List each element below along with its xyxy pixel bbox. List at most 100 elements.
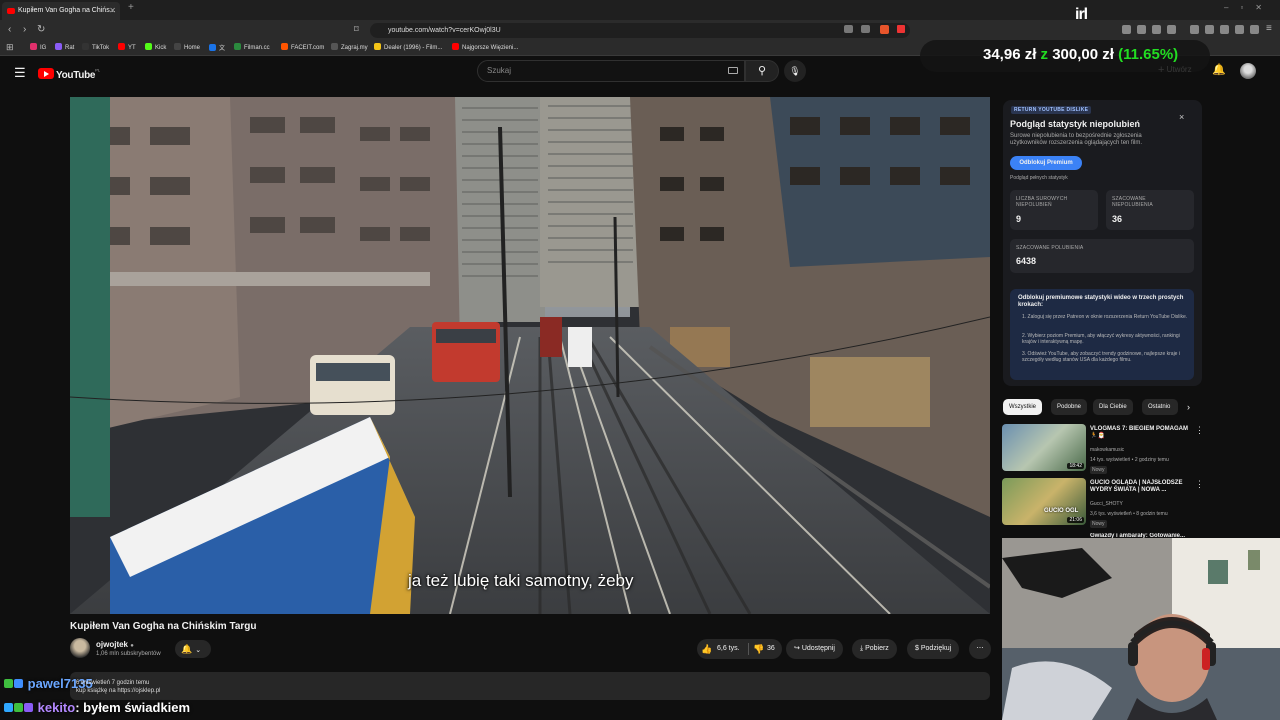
bookmark-item[interactable]: Home bbox=[174, 43, 200, 51]
search-input[interactable]: Szukaj bbox=[477, 60, 745, 82]
bookmark-item[interactable]: 文 bbox=[209, 43, 225, 52]
reload-icon[interactable]: ↻ bbox=[37, 24, 45, 35]
bookmark-item[interactable]: YT bbox=[118, 43, 136, 51]
brave-shield-icon[interactable] bbox=[880, 25, 889, 34]
download-button[interactable]: ⤓ Pobierz bbox=[852, 639, 897, 659]
hamburger-menu-icon[interactable]: ☰ bbox=[14, 65, 26, 81]
premium-step: 3. Odśwież YouTube, aby zobaczyć trendy … bbox=[1022, 351, 1180, 363]
channel-avatar[interactable] bbox=[70, 638, 90, 658]
rec-duration: 18:42 bbox=[1067, 463, 1084, 469]
goal-separator: z bbox=[1040, 46, 1049, 63]
forward-icon[interactable]: › bbox=[23, 24, 26, 35]
extension-icon[interactable] bbox=[1152, 25, 1161, 34]
youtube-logo[interactable]: YouTubePL bbox=[38, 65, 100, 81]
new-tab-button[interactable]: + bbox=[128, 2, 134, 13]
bookmark-item[interactable]: TikTok bbox=[82, 43, 109, 51]
microphone-icon: 🎙 bbox=[789, 66, 801, 76]
extension-icon[interactable] bbox=[1167, 25, 1176, 34]
subscription-bell-button[interactable]: 🔔 ⌄ bbox=[175, 640, 211, 658]
chevron-right-icon[interactable]: › bbox=[1187, 402, 1190, 412]
like-icon[interactable]: 👍 bbox=[701, 644, 712, 655]
chip-recent[interactable]: Ostatnio bbox=[1142, 399, 1178, 415]
more-vert-icon[interactable]: ⋮ bbox=[1195, 425, 1204, 436]
chat-description-fragment: 6 wyświetleń 7 godzin temu kup książkę n… bbox=[76, 679, 160, 695]
chip-for-you[interactable]: Dla Ciebie bbox=[1093, 399, 1133, 415]
like-count[interactable]: 6,6 tys. bbox=[717, 645, 740, 652]
bookmark-favicon-icon bbox=[281, 43, 288, 50]
voice-search-button[interactable]: 🎙 bbox=[784, 60, 806, 82]
rec-title[interactable]: VLOGMAS 7: BIEGIEM POMAGAM 🏃🎅 bbox=[1090, 426, 1190, 440]
pip-icon[interactable] bbox=[844, 25, 853, 33]
bookmark-item[interactable]: Dealer (1996) - Film... bbox=[374, 43, 442, 51]
channel-name[interactable]: ojwojtek ● bbox=[96, 640, 134, 649]
bookmark-favicon-icon bbox=[452, 43, 459, 50]
bookmark-item[interactable]: Kick bbox=[145, 43, 166, 51]
rec-meta: 3,6 tys. wyświetleń • 8 godzin temu bbox=[1090, 511, 1168, 517]
close-tab-icon[interactable]: ✕ bbox=[109, 2, 116, 20]
dislike-count[interactable]: 36 bbox=[767, 645, 775, 652]
search-button[interactable]: ⚲ bbox=[745, 60, 779, 82]
share-button[interactable]: ↪ Udostępnij bbox=[786, 639, 843, 659]
divider bbox=[748, 643, 749, 655]
bookmark-icon[interactable]: ⌑ bbox=[354, 24, 359, 35]
apps-grid-icon[interactable]: ⊞ bbox=[6, 42, 14, 53]
bookmark-favicon-icon bbox=[374, 43, 381, 50]
share-icon: ↪ bbox=[794, 645, 800, 652]
shield-badge-icon bbox=[4, 703, 13, 712]
rec-thumbnail[interactable]: GUCIO OGL 21:06 bbox=[1002, 478, 1086, 525]
extension-icon[interactable] bbox=[1137, 25, 1146, 34]
description-box[interactable] bbox=[70, 672, 990, 700]
rec-channel[interactable]: Gucci_SHOTY bbox=[1090, 501, 1123, 507]
video-subtitle: ja też lubię taki samotny, żeby bbox=[408, 571, 634, 590]
bookmark-item[interactable]: Najgorsze Więzieni... bbox=[452, 43, 518, 51]
account-avatar[interactable] bbox=[1240, 63, 1256, 79]
rec-duration: 21:06 bbox=[1067, 517, 1084, 523]
keyboard-icon[interactable] bbox=[728, 67, 738, 74]
full-stats-link[interactable]: Podgląd pełnych statystyk bbox=[1010, 175, 1068, 181]
browser-tab[interactable]: Kupiłem Van Gogha na Chińs... ✕ bbox=[2, 2, 120, 20]
rec-channel[interactable]: makowkamusic bbox=[1090, 447, 1124, 453]
bookmark-item[interactable]: Zagraj.my bbox=[331, 43, 368, 51]
extension-icon[interactable] bbox=[1122, 25, 1131, 34]
goal-target: 300,00 zł bbox=[1052, 46, 1114, 63]
extension-icon[interactable] bbox=[1190, 25, 1199, 34]
alert-icon[interactable] bbox=[897, 25, 905, 33]
more-vert-icon[interactable]: ⋮ bbox=[1195, 479, 1204, 490]
unlock-premium-button[interactable]: Odblokuj Premium bbox=[1010, 156, 1082, 170]
rec-thumbnail[interactable]: 18:42 bbox=[1002, 424, 1086, 471]
bookmark-favicon-icon bbox=[331, 43, 338, 50]
chip-related[interactable]: Podobne bbox=[1051, 399, 1088, 415]
rec-title[interactable]: GUCIO OGLĄDA | NAJSŁODSZE WYDRY ŚWIATA |… bbox=[1090, 480, 1190, 494]
menu-icon[interactable]: ≡ bbox=[1266, 23, 1272, 34]
dislike-icon[interactable]: 👎 bbox=[753, 644, 764, 655]
extension-icon[interactable] bbox=[1220, 25, 1229, 34]
thanks-button[interactable]: $ Podziękuj bbox=[907, 639, 960, 659]
share-icon[interactable] bbox=[861, 25, 870, 33]
shield-icon[interactable] bbox=[1250, 25, 1259, 34]
chip-all[interactable]: Wszystkie bbox=[1003, 399, 1042, 415]
description-link: kup książkę na https://ojsklep.pl bbox=[76, 688, 161, 694]
notifications-bell-icon[interactable]: 🔔 bbox=[1212, 63, 1226, 76]
window-controls[interactable]: –▫✕ bbox=[1224, 3, 1274, 12]
close-icon[interactable]: × bbox=[1179, 112, 1184, 122]
goal-percent: (11.65%) bbox=[1118, 46, 1179, 63]
bookmark-favicon-icon bbox=[234, 43, 241, 50]
subscriber-count: 1,06 mln subskrybentów bbox=[96, 651, 161, 657]
logo-text: YouTube bbox=[56, 70, 96, 81]
more-actions-button[interactable]: ⋯ bbox=[969, 639, 991, 659]
bookmark-item[interactable]: Filman.cc bbox=[234, 43, 270, 51]
streamer-webcam bbox=[1002, 538, 1280, 720]
bookmark-item[interactable]: FACEIT.com bbox=[281, 43, 324, 51]
url-field[interactable]: youtube.com/watch?v=cerKOwj0l3U bbox=[370, 23, 910, 38]
rec-thumb-text: GUCIO OGL bbox=[1044, 508, 1079, 514]
video-player[interactable] bbox=[70, 97, 990, 614]
wallet-icon[interactable] bbox=[1235, 25, 1244, 34]
back-icon[interactable]: ‹ bbox=[8, 24, 11, 35]
verified-icon: ● bbox=[130, 643, 134, 649]
webcam-frame bbox=[1002, 538, 1280, 720]
sub-badge-icon bbox=[14, 679, 23, 688]
sidebar-icon[interactable] bbox=[1205, 25, 1214, 34]
bookmark-item[interactable]: IG bbox=[30, 43, 46, 51]
bookmark-item[interactable]: Rat bbox=[55, 43, 74, 51]
bookmark-favicon-icon bbox=[55, 43, 62, 50]
